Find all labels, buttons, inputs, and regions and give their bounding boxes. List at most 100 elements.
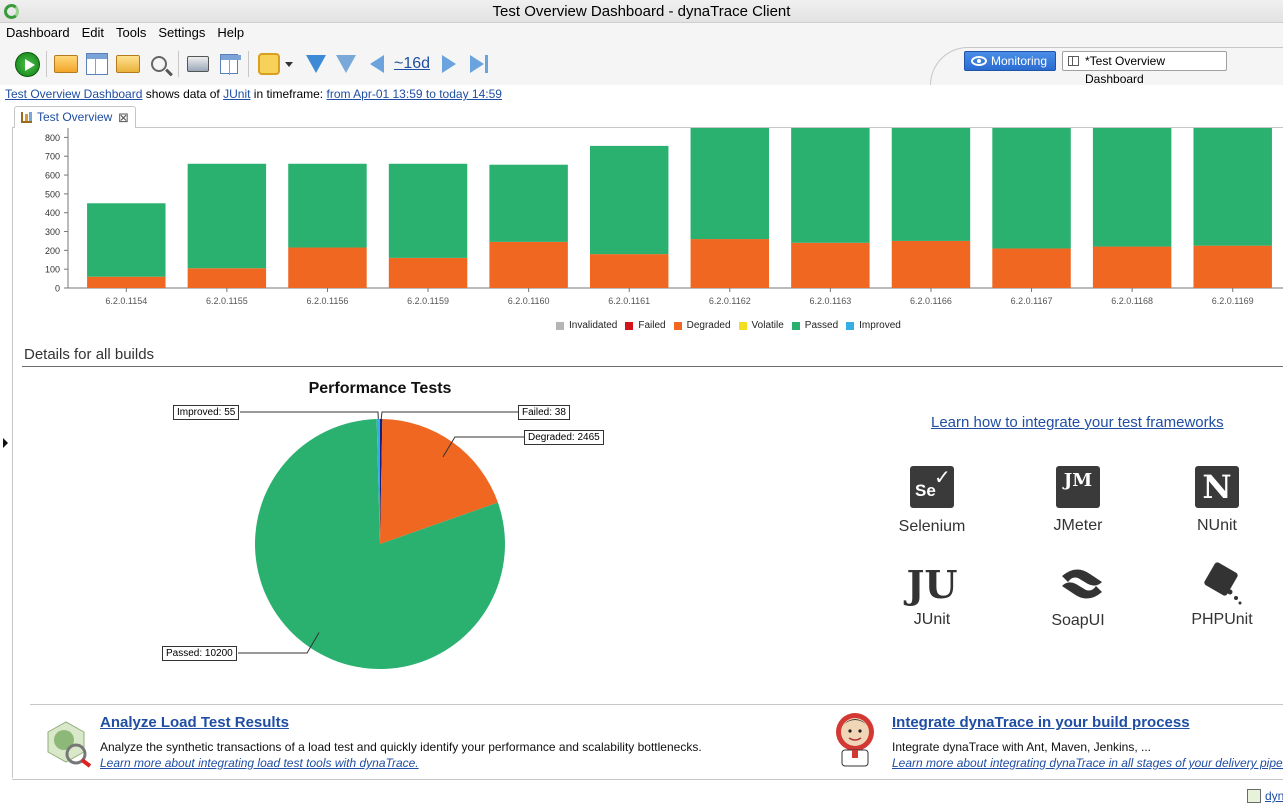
build-description: Integrate dynaTrace with Ant, Maven, Jen… <box>892 740 1152 754</box>
filter-button[interactable] <box>303 51 329 77</box>
add-dashlet-icon <box>116 55 140 73</box>
build-learn-more-link[interactable]: Learn more about integrating dynaTrace i… <box>892 756 1283 770</box>
bar-passed <box>791 128 870 243</box>
y-tick-label: 300 <box>45 227 60 237</box>
load-test-learn-more-link[interactable]: Learn more about integrating load test t… <box>100 756 419 770</box>
skip-end-bar <box>485 55 488 73</box>
toolbar-separator <box>178 51 179 77</box>
data-source-link[interactable]: JUnit <box>223 87 250 101</box>
legend-entry: Invalidated <box>556 320 617 331</box>
bar-degraded <box>1193 245 1272 288</box>
legend-label: Degraded <box>686 320 731 331</box>
framework-label: Selenium <box>898 518 966 535</box>
window-title: Test Overview Dashboard - dynaTrace Clie… <box>492 3 791 20</box>
framework-phpunit[interactable]: PHPUnit <box>1167 562 1277 629</box>
y-tick-label: 100 <box>45 265 60 275</box>
legend-entry: Volatile <box>738 320 784 331</box>
x-tick-label: 6.2.0.1160 <box>508 296 550 306</box>
legend-entry: Improved <box>846 320 901 331</box>
start-button[interactable] <box>14 51 40 77</box>
dashboard-info-line: Test Overview Dashboard shows data of JU… <box>5 87 502 101</box>
menu-help[interactable]: Help <box>211 23 250 43</box>
x-tick-label: 6.2.0.1162 <box>709 296 751 306</box>
legend-label: Failed <box>638 320 666 331</box>
timeframe-text: in timeframe: <box>250 87 327 101</box>
framework-label: JMeter <box>1053 517 1103 534</box>
test-results-bar-chart: 0 100 200 300 400 500 600 700 800 6.2.0.1154 6.2.0… <box>45 128 1283 306</box>
bar-passed <box>891 128 971 241</box>
next-timeframe-button[interactable] <box>436 51 462 77</box>
previous-timeframe-button[interactable] <box>364 51 390 77</box>
framework-selenium[interactable]: Se ✓ Selenium <box>877 466 987 536</box>
arrow-right-icon <box>442 55 456 73</box>
filter-settings-button[interactable] <box>333 51 359 77</box>
legend-label: Passed <box>804 320 839 331</box>
x-tick-label: 6.2.0.1161 <box>608 296 650 306</box>
menu-edit[interactable]: Edit <box>76 23 110 43</box>
chevron-down-icon <box>285 61 293 67</box>
timeframe-link[interactable]: ~16d <box>394 55 430 73</box>
framework-label: NUnit <box>1196 517 1237 534</box>
tab-test-overview[interactable]: Test Overview ⊠ <box>14 106 136 128</box>
perspective-switcher: Monitoring *Test Overview Dashboard <box>930 43 1283 86</box>
status-link[interactable]: dyn <box>1265 789 1283 803</box>
filter-icon <box>306 55 326 73</box>
nunit-icon: N <box>1195 466 1239 508</box>
timeframe-range-link[interactable]: from Apr-01 13:59 to today 14:59 <box>326 87 501 101</box>
legend-swatch <box>846 321 855 330</box>
details-divider <box>22 366 1283 367</box>
app-window: Test Overview Dashboard - dynaTrace Clie… <box>0 0 1283 810</box>
export-button[interactable] <box>216 51 242 77</box>
open-dashboard-button[interactable] <box>53 51 79 77</box>
bar-degraded <box>589 254 669 288</box>
analyze-load-test-link[interactable]: Analyze Load Test Results <box>100 714 289 731</box>
print-button[interactable] <box>185 51 211 77</box>
integrate-build-link[interactable]: Integrate dynaTrace in your build proces… <box>892 714 1190 731</box>
search-icon <box>151 56 167 72</box>
latest-timeframe-button[interactable] <box>466 51 492 77</box>
load-test-icon <box>44 718 92 768</box>
bar-passed <box>690 128 770 240</box>
x-tick-label: 6.2.0.1163 <box>809 296 851 306</box>
framework-nunit[interactable]: N NUnit <box>1162 466 1272 535</box>
soapui-icon <box>1056 562 1102 604</box>
play-icon <box>14 51 40 77</box>
perspective-border-top <box>970 47 1283 48</box>
new-dashboard-button[interactable] <box>84 51 110 77</box>
menu-dashboard[interactable]: Dashboard <box>0 23 76 43</box>
search-button[interactable] <box>146 51 172 77</box>
y-tick-label: 700 <box>45 152 60 162</box>
dashboard-icon <box>86 53 108 75</box>
framework-jmeter[interactable]: JM JMeter <box>1023 466 1133 535</box>
x-tick-label: 6.2.0.1156 <box>307 296 349 306</box>
close-icon[interactable]: ⊠ <box>118 107 129 128</box>
bar-chart-icon <box>21 112 32 123</box>
legend-swatch <box>625 321 634 330</box>
refresh-button[interactable] <box>256 51 282 77</box>
add-dashlet-button[interactable] <box>115 51 141 77</box>
dashboard-perspective-button[interactable]: *Test Overview Dashboard <box>1062 51 1227 86</box>
bar-passed <box>388 163 468 258</box>
framework-soapui[interactable]: SoapUI <box>1023 562 1133 630</box>
framework-junit[interactable]: JU JUnit <box>877 562 987 629</box>
bar-degraded <box>791 242 870 288</box>
monitoring-label: Monitoring <box>991 54 1048 68</box>
expand-panel-icon[interactable] <box>3 438 8 448</box>
dashboard-link[interactable]: Test Overview Dashboard <box>5 87 142 101</box>
bar-degraded <box>992 248 1071 288</box>
legend-entry: Passed <box>791 320 839 331</box>
y-tick-label: 200 <box>45 246 60 256</box>
table-icon <box>1068 56 1079 66</box>
tab-label: Test Overview <box>37 110 113 124</box>
learn-integrate-frameworks-link[interactable]: Learn how to integrate your test framewo… <box>931 414 1224 431</box>
filter-settings-icon <box>336 55 356 73</box>
jenkins-icon <box>832 710 878 768</box>
x-tick-label: 6.2.0.1155 <box>206 296 248 306</box>
menu-settings[interactable]: Settings <box>152 23 211 43</box>
menu-tools[interactable]: Tools <box>110 23 152 43</box>
monitoring-perspective-button[interactable]: Monitoring <box>964 51 1056 71</box>
refresh-dropdown[interactable] <box>282 51 296 77</box>
pie-leader-line <box>240 411 379 420</box>
bar-passed <box>589 145 669 255</box>
bar-passed <box>992 128 1071 249</box>
